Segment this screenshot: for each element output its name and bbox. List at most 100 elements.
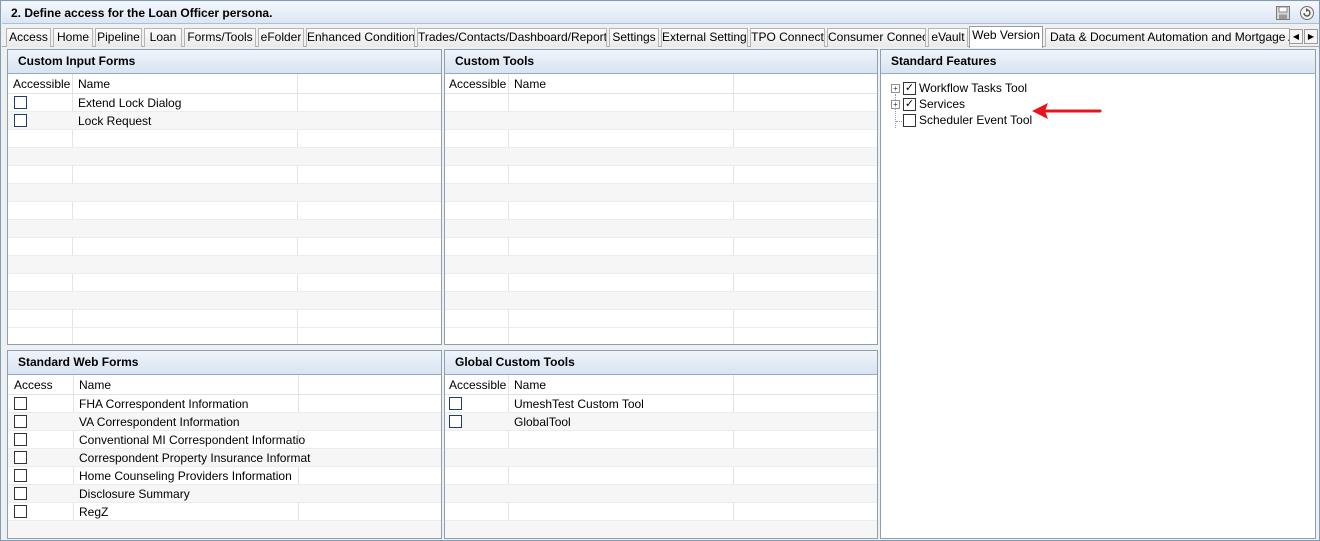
tab-trades-contacts-dashboard-reports[interactable]: Trades/Contacts/Dashboard/Reports [417,28,607,47]
access-checkbox[interactable] [14,451,27,464]
tab-web-version[interactable]: Web Version [969,26,1043,48]
checkbox-unchecked-icon[interactable] [903,114,916,127]
table-row [445,166,877,184]
form-name: Home Counseling Providers Information [79,469,292,483]
tab-scroll-left-icon[interactable]: ◀ [1289,29,1303,44]
col-accessible: Accessible [449,378,507,392]
table-row: UmeshTest Custom Tool [445,395,877,413]
col-name: Name [514,378,547,392]
table-row: Disclosure Summary [8,485,441,503]
checkbox-checked-icon[interactable]: ✓ [903,82,916,95]
window-title: 2. Define access for the Loan Officer pe… [11,6,273,20]
table-row: Home Counseling Providers Information [8,467,441,485]
standard-web-forms-grid: Access Name FHA Correspondent Informatio… [8,375,441,538]
tab-evault[interactable]: eVault [928,28,968,47]
tree-item-label: Workflow Tasks Tool [919,81,1028,95]
table-row [8,148,441,166]
table-row: Correspondent Property Insurance Informa… [8,449,441,467]
table-row [445,238,877,256]
tab-efolder[interactable]: eFolder [258,28,304,47]
table-row [445,449,877,467]
access-checkbox[interactable] [14,487,27,500]
tab-enhanced-conditions[interactable]: Enhanced Conditions [306,28,415,47]
custom-input-forms-panel: Custom Input Forms Accessible Name Exten… [7,49,442,345]
table-row [8,238,441,256]
custom-input-forms-header: Custom Input Forms [8,50,441,74]
col-name: Name [79,378,112,392]
form-name: Correspondent Property Insurance Informa… [79,451,311,465]
tab-strip: Access Home Pipeline Loan Forms/Tools eF… [2,25,1319,48]
custom-tools-panel: Custom Tools Accessible Name [444,49,878,345]
tab-consumer-connect[interactable]: Consumer Connect [827,28,926,47]
table-row: RegZ [8,503,441,521]
table-row [445,94,877,112]
custom-input-forms-grid: Accessible Name Extend Lock Dialog Lock … [8,74,441,344]
form-name: Disclosure Summary [79,487,190,501]
table-row: GlobalTool [445,413,877,431]
tab-loan[interactable]: Loan [144,28,182,47]
reset-icon[interactable] [1299,5,1315,21]
standard-web-forms-columns: Access Name [8,375,441,395]
access-checkbox[interactable] [14,469,27,482]
custom-tools-columns: Accessible Name [445,74,877,94]
access-checkbox[interactable] [14,505,27,518]
table-row [445,220,877,238]
table-row: Lock Request [8,112,441,130]
access-checkbox[interactable] [14,397,27,410]
accessible-checkbox[interactable] [14,96,27,109]
table-row [8,256,441,274]
standard-web-forms-panel: Standard Web Forms Access Name FHA Corre… [7,350,442,539]
col-name: Name [514,77,547,91]
custom-tools-header: Custom Tools [445,50,877,74]
form-name: VA Correspondent Information [79,415,240,429]
custom-tools-grid: Accessible Name [445,74,877,344]
accessible-checkbox[interactable] [14,114,27,127]
table-row [445,521,877,538]
access-checkbox[interactable] [14,433,27,446]
table-row [8,166,441,184]
col-accessible: Accessible [13,77,71,91]
table-row [8,220,441,238]
table-row [8,310,441,328]
table-row [445,202,877,220]
form-name: FHA Correspondent Information [79,397,249,411]
table-row: VA Correspondent Information [8,413,441,431]
table-row [445,256,877,274]
tab-external-settings[interactable]: External Settings [661,28,748,47]
standard-web-forms-header: Standard Web Forms [8,351,441,375]
expand-icon[interactable]: + [891,84,900,93]
accessible-checkbox[interactable] [449,415,462,428]
table-row [445,148,877,166]
global-custom-tools-header: Global Custom Tools [445,351,877,375]
standard-features-header: Standard Features [881,50,1315,74]
table-row: FHA Correspondent Information [8,395,441,413]
global-custom-tools-panel: Global Custom Tools Accessible Name Umes… [444,350,878,539]
tab-data-document-automation[interactable]: Data & Document Automation and Mortgage … [1045,28,1290,47]
tab-tpo-connect[interactable]: TPO Connect [750,28,825,47]
access-checkbox[interactable] [14,415,27,428]
tab-scroll-right-icon[interactable]: ▶ [1304,29,1318,44]
custom-input-forms-columns: Accessible Name [8,74,441,94]
table-row [445,467,877,485]
red-arrow-annotation-icon [1032,103,1102,119]
table-row [8,130,441,148]
expand-icon[interactable]: + [891,100,900,109]
persona-access-window: 2. Define access for the Loan Officer pe… [0,0,1320,541]
table-row [445,130,877,148]
tab-settings[interactable]: Settings [609,28,659,47]
tree-item-label: Scheduler Event Tool [919,113,1033,127]
accessible-checkbox[interactable] [449,397,462,410]
tab-home[interactable]: Home [53,28,93,47]
title-bar: 2. Define access for the Loan Officer pe… [2,2,1319,24]
table-row [445,184,877,202]
col-access: Access [14,378,53,392]
table-row [8,292,441,310]
tab-pipeline[interactable]: Pipeline [95,28,142,47]
table-row [445,274,877,292]
checkbox-checked-icon[interactable]: ✓ [903,98,916,111]
tab-forms-tools[interactable]: Forms/Tools [184,28,256,47]
table-row: Extend Lock Dialog [8,94,441,112]
save-disk-icon[interactable] [1275,5,1291,21]
table-row [445,485,877,503]
tab-access[interactable]: Access [6,28,51,47]
